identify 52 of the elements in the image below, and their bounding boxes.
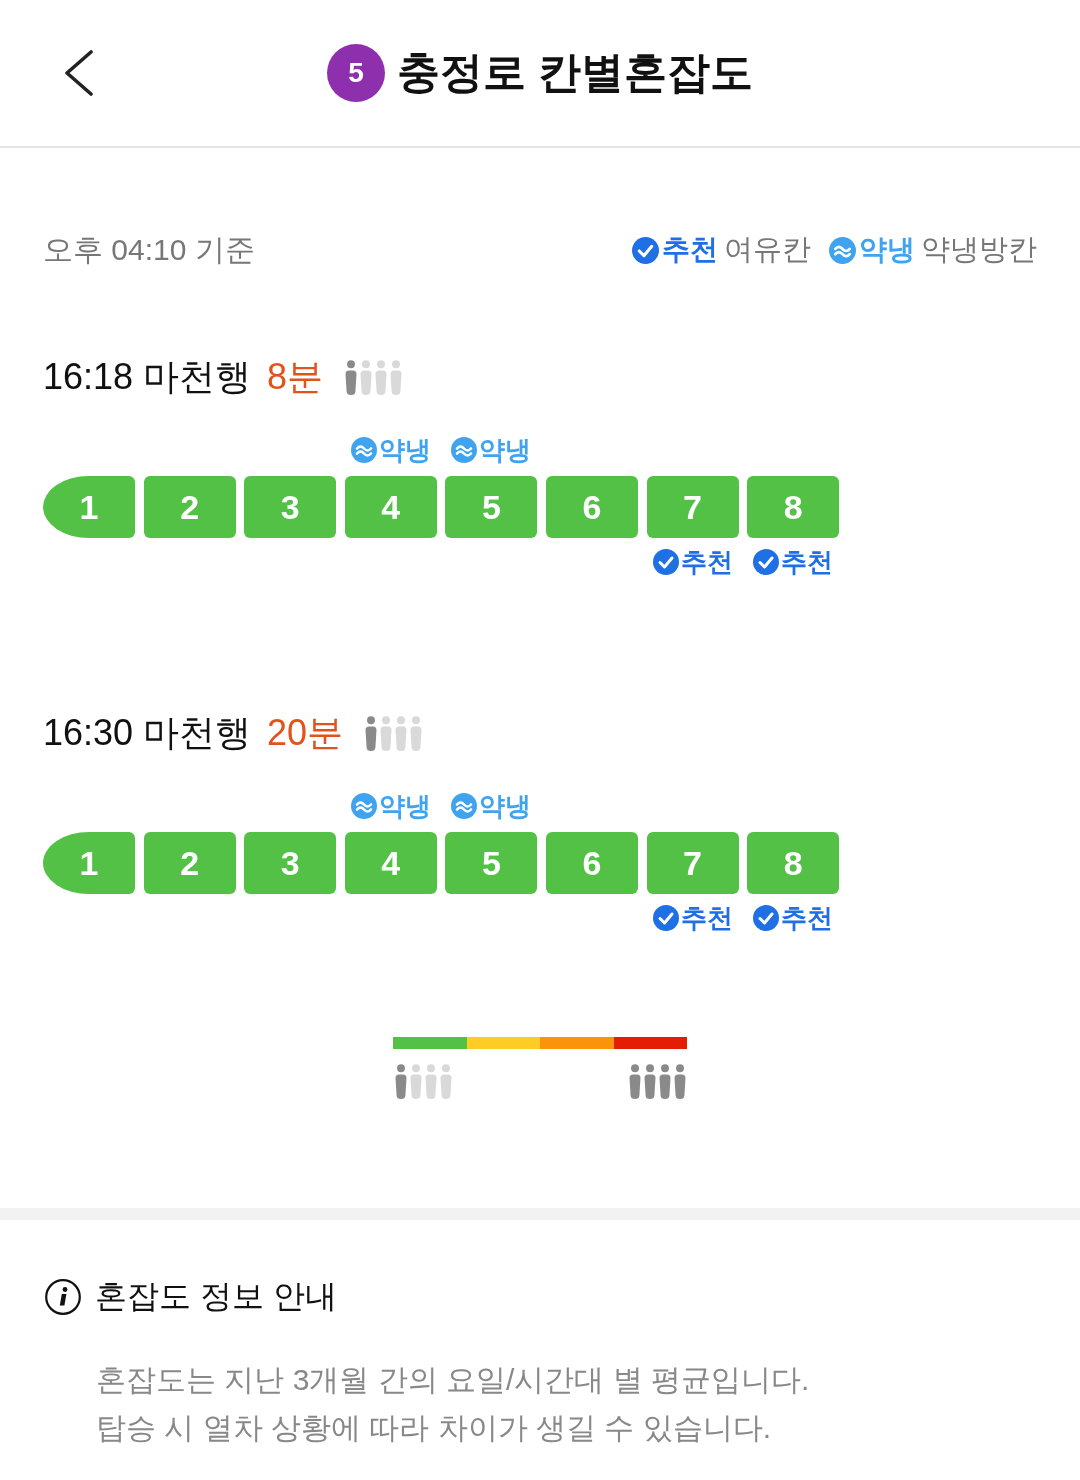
wave-icon [451,793,478,819]
arrival-eta: 20분 [267,710,344,755]
check-icon [753,905,780,931]
check-icon [652,905,679,931]
train-car: 7 [646,832,739,894]
check-icon [632,236,659,264]
train-car: 8 [747,832,840,894]
wave-icon [829,236,856,264]
train-car: 4 [344,832,437,894]
info-text: 탑승 시 열차 상황에 따라 차이가 생길 수 있습니다. [96,1410,772,1446]
train-car: 8 [747,476,840,538]
info-title: 혼잡도 정보 안내 [95,1277,337,1316]
line-badge: 5 [327,44,385,102]
check-icon [652,549,679,575]
back-icon [64,50,94,96]
train-car: 1 [43,476,135,538]
train-car: 1 [43,832,135,894]
info-text: 혼잡도는 지난 3개월 간의 요일/시간대 별 평균입니다. [96,1362,811,1398]
train-car: 6 [545,476,638,538]
car-tag: 추천 [680,544,733,580]
car-tag: 약냉 [479,432,532,468]
car-tag: 약냉 [378,788,431,824]
train-car: 2 [143,832,236,894]
destination: 마천행 [143,710,252,755]
destination: 마천행 [143,354,252,399]
legend-tag: 약냉 [859,231,915,269]
train-car: 5 [445,476,538,538]
car-tag: 추천 [781,900,834,936]
wave-icon [350,437,377,463]
train-car: 6 [545,832,638,894]
wave-icon [451,437,478,463]
arrival-eta: 8분 [267,354,324,399]
updated-time: 오후 04:10 기준 [43,231,255,268]
departure-time: 16:18 [43,356,134,398]
car-tag: 약냉 [378,432,431,468]
car-tag: 추천 [781,544,834,580]
train-car: 3 [244,832,337,894]
info-icon [45,1279,81,1315]
page-title: 충정로 칸별혼잡도 [397,47,753,98]
train-car: 3 [244,476,337,538]
train-car: 4 [344,476,437,538]
legend-tag: 추천 [662,231,718,269]
car-tag: 약냉 [479,788,532,824]
train-car: 7 [646,476,739,538]
legend-label: 약냉방칸 [921,232,1037,267]
train-car: 5 [445,832,538,894]
train-car: 2 [143,476,236,538]
departure-time: 16:30 [43,712,134,754]
check-icon [753,549,780,575]
car-tag: 추천 [680,900,733,936]
wave-icon [350,793,377,819]
legend-label: 여유칸 [724,232,811,267]
